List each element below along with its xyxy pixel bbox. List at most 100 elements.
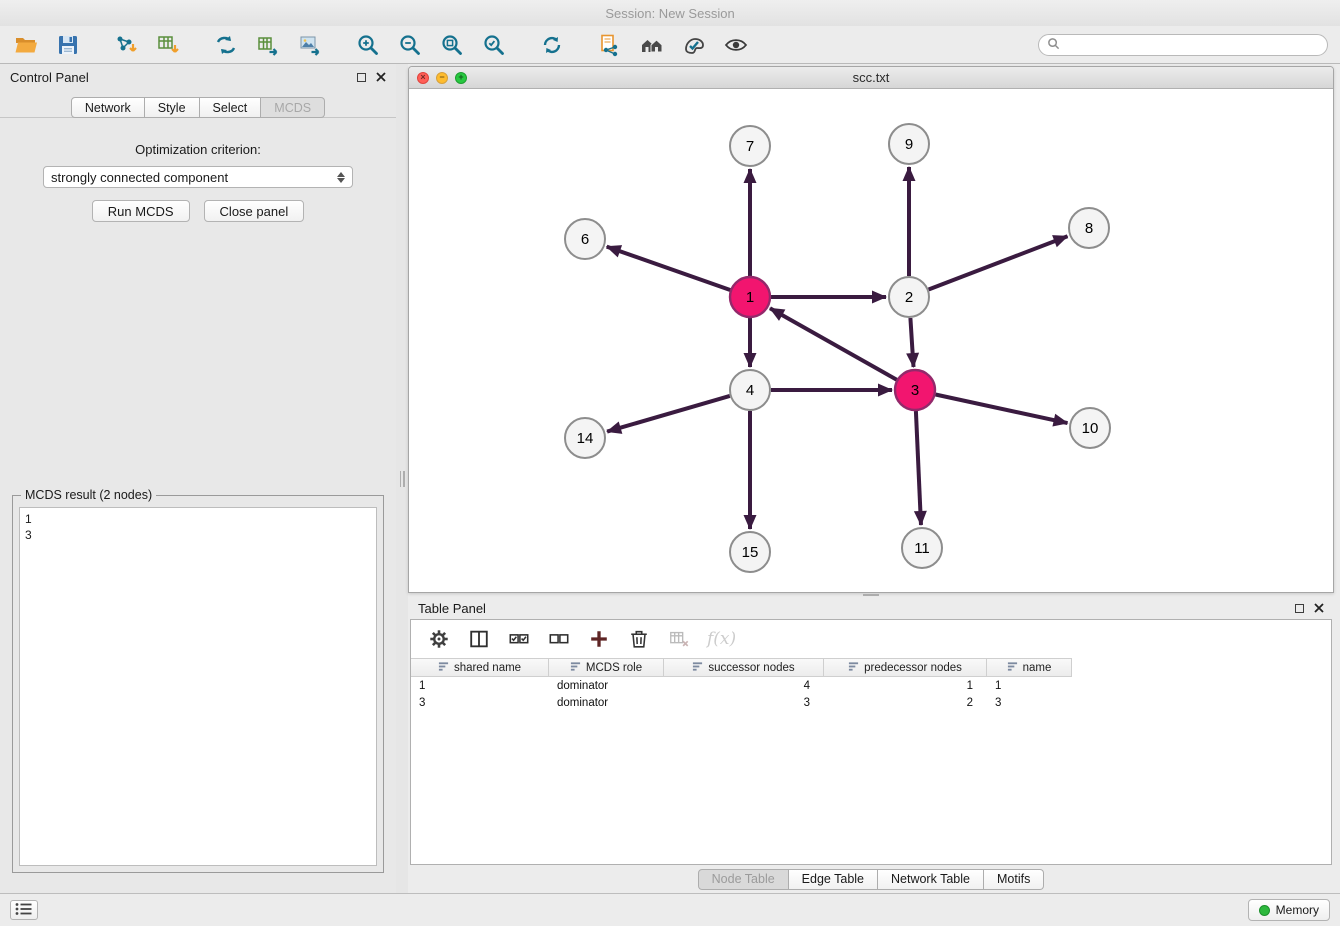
close-panel-button[interactable]: Close panel [204,200,305,222]
table-cell[interactable]: dominator [549,677,664,694]
edge-3-10[interactable] [936,395,1068,424]
maximize-window-icon[interactable]: + [455,72,467,84]
add-icon[interactable] [587,627,611,651]
column-header-shared-name[interactable]: shared name [411,658,549,677]
table-cell[interactable]: 1 [987,677,1072,694]
node-3[interactable]: 3 [895,370,935,410]
zoom-selected-icon[interactable] [480,31,508,59]
share-document-icon[interactable] [596,31,624,59]
window-titlebar: Session: New Session [0,0,1340,26]
edge-2-8[interactable] [929,236,1068,289]
open-folder-icon[interactable] [12,31,40,59]
close-window-icon[interactable]: × [417,72,429,84]
run-mcds-button[interactable]: Run MCDS [92,200,190,222]
table-cell[interactable]: dominator [549,694,664,711]
split-panel-icon[interactable] [467,627,491,651]
tab-network[interactable]: Network [71,97,145,118]
task-history-button[interactable] [10,900,38,920]
svg-text:9: 9 [905,136,913,153]
network-canvas[interactable]: 7 9 6 8 1 2 4 3 14 10 15 11 [409,89,1333,592]
column-header-MCDS-role[interactable]: MCDS role [549,658,664,677]
import-table-icon[interactable] [154,31,182,59]
gear-icon[interactable] [427,627,451,651]
minimize-window-icon[interactable]: − [436,72,448,84]
table-cell[interactable]: 1 [411,677,549,694]
main-toolbar [0,26,1340,64]
node-15[interactable]: 15 [730,532,770,572]
tab-select[interactable]: Select [200,97,262,118]
table-cell[interactable]: 1 [824,677,987,694]
node-8[interactable]: 8 [1069,208,1109,248]
node-1[interactable]: 1 [730,277,770,317]
node-6[interactable]: 6 [565,219,605,259]
close-panel-icon[interactable] [376,72,386,82]
table-panel-title: Table Panel [418,601,486,616]
float-table-panel-icon[interactable] [1295,604,1304,613]
zoom-in-icon[interactable] [354,31,382,59]
node-4[interactable]: 4 [730,370,770,410]
export-table-icon[interactable] [254,31,282,59]
search-field[interactable] [1038,34,1328,56]
tab-node-table[interactable]: Node Table [698,869,789,890]
edge-2-3[interactable] [910,318,913,367]
mcds-result-text[interactable]: 1 3 [19,507,377,866]
tab-motifs[interactable]: Motifs [984,869,1044,890]
close-table-panel-icon[interactable] [1314,603,1324,613]
toolbar-groups [12,31,780,59]
svg-text:15: 15 [742,544,759,561]
table-cell[interactable]: 2 [824,694,987,711]
zoom-fit-icon[interactable] [438,31,466,59]
tab-network-table[interactable]: Network Table [878,869,984,890]
table-cell[interactable]: 3 [411,694,549,711]
control-panel-title: Control Panel [10,70,89,85]
table-cell[interactable]: 3 [664,694,824,711]
node-11[interactable]: 11 [902,528,942,568]
eye-icon[interactable] [722,31,750,59]
memory-label: Memory [1276,903,1319,917]
node-2[interactable]: 2 [889,277,929,317]
control-panel-header: Control Panel [0,64,396,90]
edge-3-11[interactable] [916,411,921,525]
network-graph-svg[interactable]: 7 9 6 8 1 2 4 3 14 10 15 11 [409,89,1333,592]
edge-1-6[interactable] [607,247,731,290]
edge-3-1[interactable] [770,308,897,379]
tab-edge-table[interactable]: Edge Table [789,869,878,890]
column-header-successor-nodes[interactable]: successor nodes [664,658,824,677]
table-header-row: shared nameMCDS rolesuccessor nodesprede… [411,658,1331,677]
column-header-predecessor-nodes[interactable]: predecessor nodes [824,658,987,677]
vertical-splitter[interactable] [396,64,408,893]
deselect-all-icon[interactable] [547,627,571,651]
save-icon[interactable] [54,31,82,59]
table-row[interactable]: 3dominator323 [411,694,1331,711]
select-all-icon[interactable] [507,627,531,651]
node-14[interactable]: 14 [565,418,605,458]
tab-style[interactable]: Style [145,97,200,118]
tab-mcds[interactable]: MCDS [261,97,325,118]
node-10[interactable]: 10 [1070,408,1110,448]
status-bar: Memory [0,893,1340,926]
style-brush-icon[interactable] [680,31,708,59]
column-header-name[interactable]: name [987,658,1072,677]
table-panel-body: f(x) shared nameMCDS rolesuccessor nodes… [410,619,1332,865]
node-9[interactable]: 9 [889,124,929,164]
export-network-icon[interactable] [212,31,240,59]
import-network-icon[interactable] [112,31,140,59]
window-title: Session: New Session [605,6,734,21]
search-icon [1047,37,1060,53]
dropdown-arrows-icon [337,172,345,183]
table-row[interactable]: 1dominator411 [411,677,1331,694]
optimization-criterion-dropdown[interactable]: strongly connected component [43,166,353,188]
home-icon[interactable] [638,31,666,59]
zoom-out-icon[interactable] [396,31,424,59]
trash-icon[interactable] [627,627,651,651]
refresh-layout-icon[interactable] [538,31,566,59]
memory-button[interactable]: Memory [1248,899,1330,921]
toolbar-group [596,31,750,59]
search-input[interactable] [1065,38,1319,52]
node-7[interactable]: 7 [730,126,770,166]
table-cell[interactable]: 4 [664,677,824,694]
edge-4-14[interactable] [607,396,730,432]
float-panel-icon[interactable] [357,73,366,82]
export-image-icon[interactable] [296,31,324,59]
table-cell[interactable]: 3 [987,694,1072,711]
